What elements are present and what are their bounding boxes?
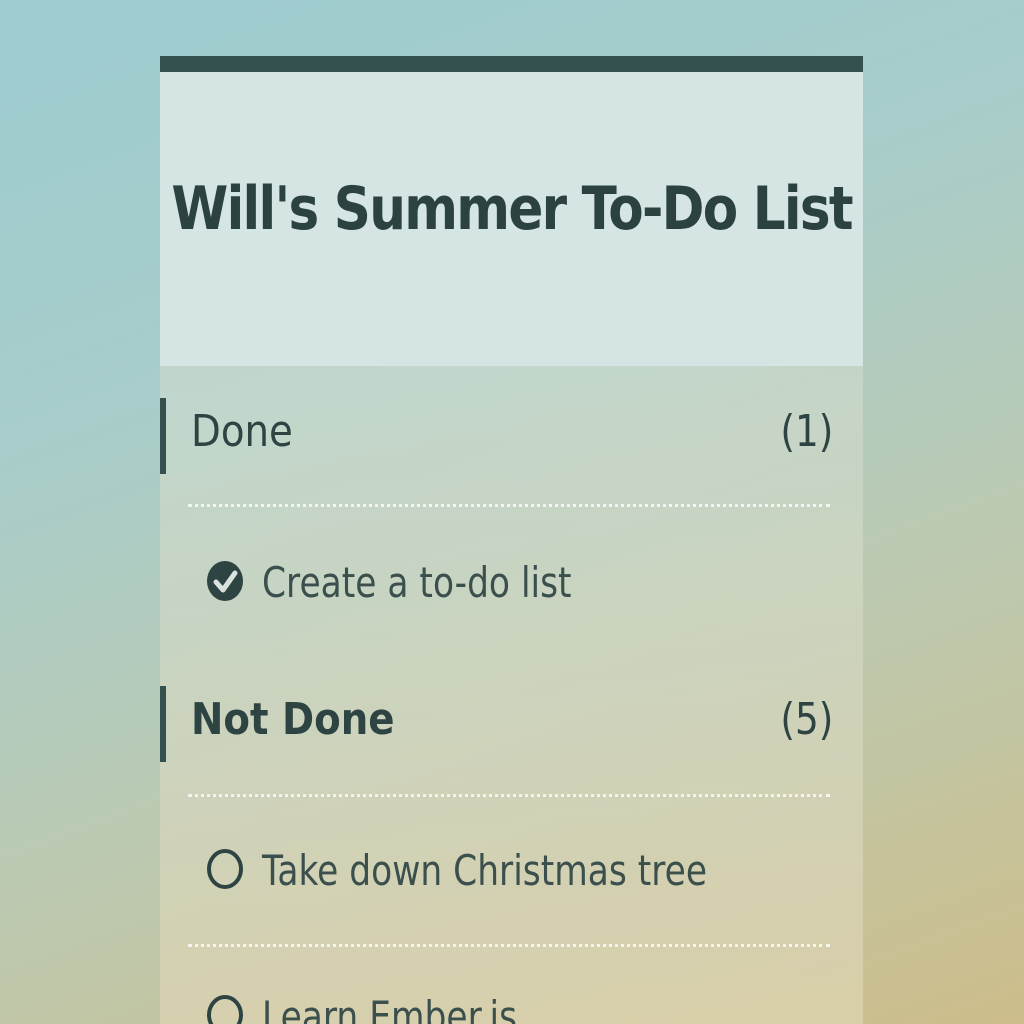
todo-panel: Will's Summer To-Do List Done (1) Create… — [160, 56, 863, 1024]
divider — [188, 794, 830, 797]
section-label-done: Done — [191, 406, 293, 457]
item-label: Take down Christmas tree — [262, 846, 708, 895]
section-accent-bar — [160, 398, 166, 474]
section-header-not-done[interactable]: Not Done (5) — [160, 686, 863, 766]
list-item[interactable]: Take down Christmas tree — [188, 824, 830, 914]
section-label-not-done: Not Done — [191, 694, 395, 745]
unchecked-circle-icon[interactable] — [206, 848, 244, 890]
section-accent-bar — [160, 686, 166, 762]
item-label: Create a to-do list — [262, 558, 572, 607]
top-accent-bar — [160, 56, 863, 72]
section-count-not-done: (5) — [780, 694, 833, 745]
divider — [188, 504, 830, 507]
list-item[interactable]: Create a to-do list — [188, 536, 830, 626]
divider — [188, 944, 830, 947]
section-count-done: (1) — [780, 406, 833, 457]
list-header: Will's Summer To-Do List — [160, 72, 863, 366]
page-title: Will's Summer To-Do List — [171, 174, 853, 244]
list-item[interactable]: Learn Ember.js — [188, 970, 830, 1024]
section-header-done[interactable]: Done (1) — [160, 398, 863, 478]
unchecked-circle-icon[interactable] — [206, 994, 244, 1024]
item-label: Learn Ember.js — [262, 992, 518, 1024]
checked-circle-icon[interactable] — [206, 560, 244, 602]
